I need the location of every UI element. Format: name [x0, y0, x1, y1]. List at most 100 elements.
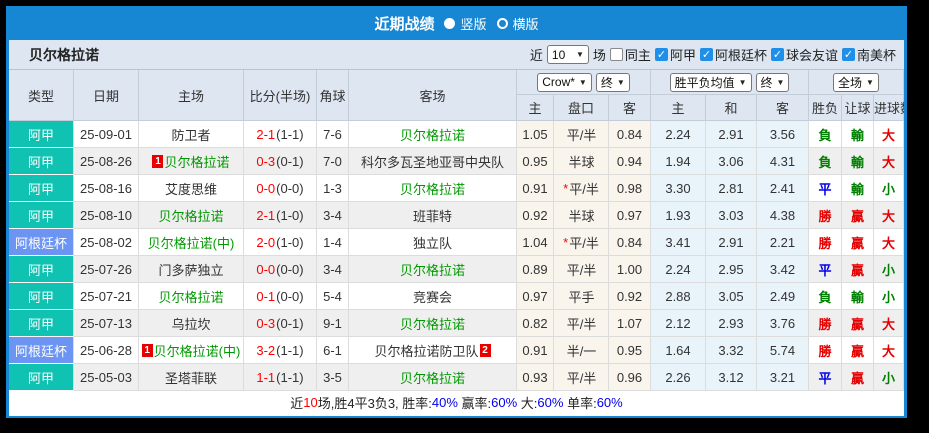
avg-away-odds-cell: 5.74 — [757, 337, 809, 364]
odds-time-select[interactable]: 终 ▼ — [595, 72, 630, 92]
result-cell: 平 — [809, 175, 842, 202]
scope-select[interactable]: 全场 ▼ — [833, 72, 879, 92]
away-team-cell: 班菲特 — [349, 202, 517, 229]
avg-draw-odds-cell: 3.05 — [706, 283, 757, 310]
corner-cell: 1-3 — [317, 175, 349, 202]
recent-results-window: 近期战绩 竖版 横版 贝尔格拉诺 近 10 ▼ 场 同主 ✓ 阿甲 ✓ 阿根廷杯… — [6, 6, 907, 418]
corner-cell: 5-4 — [317, 283, 349, 310]
away-team-cell: 贝尔格拉诺 — [349, 256, 517, 283]
avg-away-odds-cell: 3.21 — [757, 364, 809, 391]
avg-away-odds-cell: 2.41 — [757, 175, 809, 202]
handicap-cell: * 平/半 — [554, 229, 609, 256]
goals-result-cell: 大 — [874, 202, 904, 229]
checkbox-checked-icon: ✓ — [699, 48, 713, 61]
handicap-result-cell: 贏 — [842, 337, 874, 364]
summary-bar: 近 10 场,胜4平3负3, 胜率: 40% 赢率: 60% 大: 60% 单率… — [9, 391, 904, 413]
win-rate: 40% — [431, 394, 458, 410]
avg-away-odds-cell: 3.56 — [757, 121, 809, 148]
crown-home-odds-cell: 0.91 — [517, 175, 554, 202]
checkbox-checked-icon: ✓ — [841, 48, 855, 61]
handicap-cell: 平手 — [554, 283, 609, 310]
home-team-cell: 1 贝尔格拉诺 — [139, 148, 244, 175]
home-team-name: 贝尔格拉诺 — [164, 154, 230, 170]
result-cell: 勝 — [809, 229, 842, 256]
fulltime-score: 0-3 — [256, 153, 276, 169]
away-team-cell: 贝尔格拉诺 — [349, 175, 517, 202]
goals-result-cell: 大 — [874, 121, 904, 148]
home-team-name: 门多萨独立 — [158, 262, 224, 278]
avg-home-odds-cell: 2.24 — [651, 121, 706, 148]
recent-count-select[interactable]: 10 ▼ — [546, 45, 589, 64]
radio-vertical-layout[interactable]: 竖版 — [444, 14, 487, 33]
subcol-crown-away: 客 — [609, 95, 651, 121]
league-type-cell: 阿根廷杯 — [9, 229, 74, 256]
over-rate: 60% — [537, 394, 564, 410]
avg-draw-odds-cell: 2.81 — [706, 175, 757, 202]
crown-away-odds-cell: 0.84 — [609, 229, 651, 256]
avg-select-group: 胜平负均值 ▼ 终 ▼ — [651, 70, 809, 95]
home-team-name: 贝尔格拉诺 — [158, 208, 224, 224]
handicap-result-cell: 贏 — [842, 310, 874, 337]
checkbox-unchecked-icon — [609, 48, 623, 61]
corner-cell: 6-1 — [317, 337, 349, 364]
avg-away-odds-cell: 4.31 — [757, 148, 809, 175]
radio-horizontal-layout[interactable]: 横版 — [496, 14, 539, 33]
handicap-cell: 平/半 — [554, 256, 609, 283]
fulltime-score: 2-1 — [256, 207, 276, 223]
league-type-cell: 阿甲 — [9, 175, 74, 202]
date-cell: 25-07-21 — [74, 283, 139, 310]
away-team-name: 班菲特 — [412, 208, 452, 224]
halftime-score: (1-1) — [276, 369, 304, 385]
away-team-cell: 贝尔格拉诺 — [349, 121, 517, 148]
same-host-checkbox[interactable]: 同主 — [609, 45, 651, 64]
crown-away-odds-cell: 0.96 — [609, 364, 651, 391]
away-team-name: 贝尔格拉诺 — [399, 181, 465, 197]
league-checkbox-2[interactable]: ✓ 球会友谊 — [770, 45, 838, 64]
handicap-cell: * 平/半 — [554, 175, 609, 202]
col-header-score: 比分(半场) — [244, 70, 317, 121]
subcol-handicap-result: 让球 — [842, 95, 874, 121]
corner-cell: 1-4 — [317, 229, 349, 256]
radio-horizontal-label: 横版 — [512, 16, 539, 32]
corner-cell: 3-4 — [317, 256, 349, 283]
chevron-down-icon: ▼ — [578, 77, 587, 87]
league-checkbox-1[interactable]: ✓ 阿根廷杯 — [699, 45, 767, 64]
crown-home-odds-cell: 0.92 — [517, 202, 554, 229]
result-cell: 平 — [809, 256, 842, 283]
avg-home-odds-cell: 1.64 — [651, 337, 706, 364]
crown-home-odds-cell: 0.97 — [517, 283, 554, 310]
avg-away-odds-cell: 3.42 — [757, 256, 809, 283]
league-checkbox-3[interactable]: ✓ 南美杯 — [841, 45, 896, 64]
chevron-down-icon: ▼ — [616, 77, 625, 87]
result-cell: 負 — [809, 121, 842, 148]
avg-type-select[interactable]: 胜平负均值 ▼ — [669, 72, 752, 92]
score-cell: 0-3 (0-1) — [244, 310, 317, 337]
league-type-cell: 阿甲 — [9, 283, 74, 310]
crown-home-odds-cell: 0.89 — [517, 256, 554, 283]
handicap-result-cell: 輸 — [842, 283, 874, 310]
avg-draw-odds-cell: 3.06 — [706, 148, 757, 175]
corner-cell: 7-6 — [317, 121, 349, 148]
league-checkbox-0[interactable]: ✓ 阿甲 — [654, 45, 696, 64]
fulltime-score: 2-0 — [256, 234, 276, 250]
league-type-cell: 阿甲 — [9, 202, 74, 229]
recent-unit-label: 场 — [592, 48, 606, 63]
fulltime-score: 1-1 — [256, 369, 276, 385]
home-team-cell: 圣塔菲联 — [139, 364, 244, 391]
away-team-name: 贝尔格拉诺防卫队 — [374, 343, 479, 359]
corner-cell: 3-5 — [317, 364, 349, 391]
home-team-name: 贝尔格拉诺(中) — [153, 343, 241, 359]
avg-home-odds-cell: 1.94 — [651, 148, 706, 175]
handicap-cell: 半球 — [554, 148, 609, 175]
away-team-cell: 贝尔格拉诺 — [349, 364, 517, 391]
odds-source-select[interactable]: Crow* ▼ — [537, 72, 592, 92]
away-team-name: 贝尔格拉诺 — [399, 316, 465, 332]
avg-home-odds-cell: 2.88 — [651, 283, 706, 310]
odds-select-group: Crow* ▼ 终 ▼ — [517, 70, 651, 95]
handicap-cell: 平/半 — [554, 310, 609, 337]
home-team-cell: 防卫者 — [139, 121, 244, 148]
home-team-cell: 艾度思维 — [139, 175, 244, 202]
avg-time-select[interactable]: 终 ▼ — [755, 72, 790, 92]
radio-selected-icon — [444, 17, 456, 29]
score-cell: 0-3 (0-1) — [244, 148, 317, 175]
